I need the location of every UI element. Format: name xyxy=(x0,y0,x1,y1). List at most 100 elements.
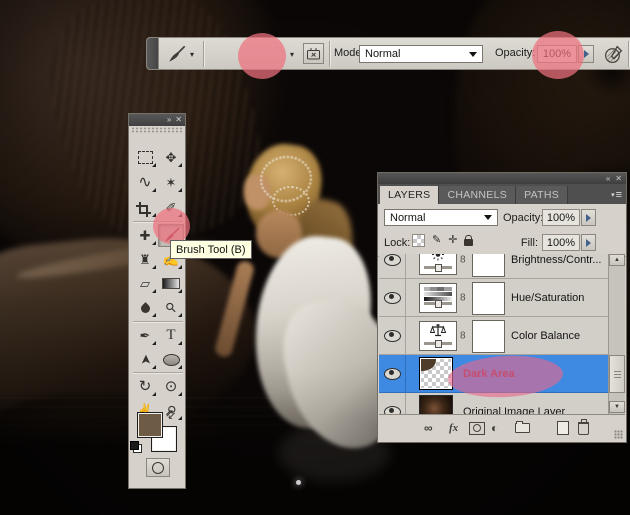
layer-opacity-slider-button[interactable] xyxy=(581,209,596,226)
default-colors-icon-fg[interactable] xyxy=(130,441,139,450)
blend-mode-dropdown[interactable]: Normal xyxy=(359,45,483,63)
slider-arrow-icon xyxy=(586,238,591,247)
toggle-brushes-panel-button[interactable] xyxy=(303,43,324,64)
tool-3d-rotate[interactable]: ↻ xyxy=(132,375,158,398)
lock-paint-icon[interactable]: ✎ xyxy=(432,235,441,246)
tool-gradient[interactable] xyxy=(158,272,184,295)
layer-row-dark-area[interactable]: Dark Area xyxy=(379,355,608,393)
layers-scrollbar[interactable]: ▲ ▼ xyxy=(608,254,625,416)
add-layer-mask-button[interactable] xyxy=(469,421,485,435)
lock-position-icon[interactable]: ✛ xyxy=(448,235,457,246)
close-icon[interactable]: ✕ xyxy=(615,174,622,183)
new-adjustment-layer-button[interactable]: ◐ xyxy=(491,421,498,435)
tool-preset-picker[interactable] xyxy=(163,42,189,66)
opacity-field[interactable]: 100% xyxy=(537,45,577,63)
visibility-eye-icon[interactable] xyxy=(383,254,401,266)
dark-area-layer-thumbnail[interactable] xyxy=(419,357,453,390)
layer-blend-mode-dropdown[interactable]: Normal xyxy=(384,209,498,226)
brightness-adjustment-thumbnail[interactable] xyxy=(419,254,457,275)
collapse-icon[interactable]: » xyxy=(167,116,171,124)
layer-style-fx-button[interactable]: fx xyxy=(449,422,458,434)
new-layer-button[interactable] xyxy=(557,421,569,435)
menu-caret-icon: ▾ xyxy=(611,192,615,199)
fill-slider-button[interactable] xyxy=(581,234,596,251)
hue-saturation-adjustment-thumbnail[interactable] xyxy=(419,283,457,313)
close-icon[interactable]: ✕ xyxy=(175,116,182,124)
brightness-icon xyxy=(420,254,456,263)
separator xyxy=(329,41,330,67)
tool-blur[interactable] xyxy=(132,296,158,319)
opacity-value: 100% xyxy=(542,48,572,60)
tool-dodge[interactable]: ⚲ xyxy=(158,296,184,319)
link-layers-button[interactable]: ∞ xyxy=(424,421,433,435)
brush-preset-icon xyxy=(168,45,185,62)
tab-paths[interactable]: PATHS xyxy=(516,186,569,204)
tool-eyedropper[interactable]: ✐ xyxy=(158,196,184,219)
tool-healing-brush[interactable]: ✚ xyxy=(132,224,158,247)
fill-field[interactable]: 100% xyxy=(542,234,580,251)
tooltip-text: Brush Tool (B) xyxy=(176,243,246,256)
scroll-thumb[interactable] xyxy=(609,355,625,393)
lock-all-icon[interactable] xyxy=(464,235,474,246)
tool-lasso[interactable]: ∿ xyxy=(132,171,158,194)
layer-name[interactable]: Dark Area xyxy=(463,368,515,380)
tool-eraser[interactable]: ▱ xyxy=(132,272,158,295)
layer-row-brightness[interactable]: 8 Brightness/Contr... xyxy=(379,254,608,279)
tab-channels[interactable]: CHANNELS xyxy=(439,186,517,204)
adjustment-slider xyxy=(424,340,452,348)
tool-clone-stamp[interactable]: ♜ xyxy=(132,248,158,271)
visibility-eye-icon[interactable] xyxy=(383,329,401,342)
slider-arrow-icon xyxy=(586,213,591,222)
preset-dropdown-caret[interactable]: ▾ xyxy=(190,51,194,59)
layer-name[interactable]: Color Balance xyxy=(511,330,580,342)
lock-transparency-icon[interactable] xyxy=(412,234,425,247)
layer-mask-thumbnail[interactable] xyxy=(472,320,505,353)
options-bar-grip[interactable] xyxy=(147,38,159,69)
collapse-icon[interactable]: « xyxy=(606,174,610,183)
lasso-icon: ∿ xyxy=(138,173,152,191)
panel-menu-button[interactable]: ▾ ≡ xyxy=(611,189,622,201)
layer-row-color-balance[interactable]: 8 Color Balance xyxy=(379,317,608,355)
layer-name[interactable]: Brightness/Contr... xyxy=(511,254,602,266)
original-image-thumbnail[interactable] xyxy=(419,395,453,416)
lock-buttons: ✎ ✛ xyxy=(412,234,474,247)
tool-3d-orbit[interactable]: ⊙ xyxy=(158,375,184,398)
tool-move[interactable]: ✥ xyxy=(158,146,184,169)
opacity-slider-button[interactable] xyxy=(578,45,594,63)
folder-icon xyxy=(515,421,530,433)
tool-rectangular-marquee[interactable] xyxy=(132,146,158,169)
brush-size-caret[interactable]: ▾ xyxy=(290,51,294,59)
tab-layers[interactable]: LAYERS xyxy=(380,186,440,204)
visibility-eye-icon[interactable] xyxy=(383,291,401,304)
panel-grip[interactable] xyxy=(131,127,183,133)
layer-row-hue-saturation[interactable]: 8 Hue/Saturation xyxy=(379,279,608,317)
tool-magic-wand[interactable]: ✶ xyxy=(158,171,184,194)
layer-opacity-field[interactable]: 100% xyxy=(542,209,580,226)
foreground-color-swatch[interactable] xyxy=(137,412,163,438)
separator xyxy=(203,41,204,67)
panel-resize-grip[interactable] xyxy=(614,430,623,439)
rotate-3d-icon: ↻ xyxy=(138,378,152,395)
tool-path-selection[interactable]: ➤ xyxy=(132,348,158,371)
brush-size-preview[interactable] xyxy=(243,40,285,68)
tool-type[interactable]: T xyxy=(158,324,184,347)
tool-crop[interactable] xyxy=(132,196,158,219)
tool-group-separator xyxy=(133,221,183,222)
tool-pen[interactable]: ✒ xyxy=(132,324,158,347)
layer-row-original-image[interactable]: Original Image Layer xyxy=(379,393,608,416)
new-group-button[interactable] xyxy=(515,421,530,433)
airbrush-toggle-button[interactable] xyxy=(602,43,625,66)
layer-name[interactable]: Hue/Saturation xyxy=(511,292,584,304)
quick-mask-button[interactable] xyxy=(146,458,170,477)
layer-mask-thumbnail[interactable] xyxy=(472,282,505,315)
layers-panel-header: « ✕ xyxy=(378,173,626,184)
scroll-down-button[interactable]: ▼ xyxy=(609,401,625,413)
separator xyxy=(628,41,629,67)
delete-layer-button[interactable] xyxy=(578,418,589,435)
layer-mask-thumbnail[interactable] xyxy=(472,254,505,277)
color-balance-adjustment-thumbnail[interactable] xyxy=(419,321,457,351)
scroll-up-button[interactable]: ▲ xyxy=(609,254,625,266)
visibility-eye-icon[interactable] xyxy=(383,367,401,380)
tool-ellipse-shape[interactable] xyxy=(158,348,184,371)
adjustment-slider xyxy=(424,264,452,272)
